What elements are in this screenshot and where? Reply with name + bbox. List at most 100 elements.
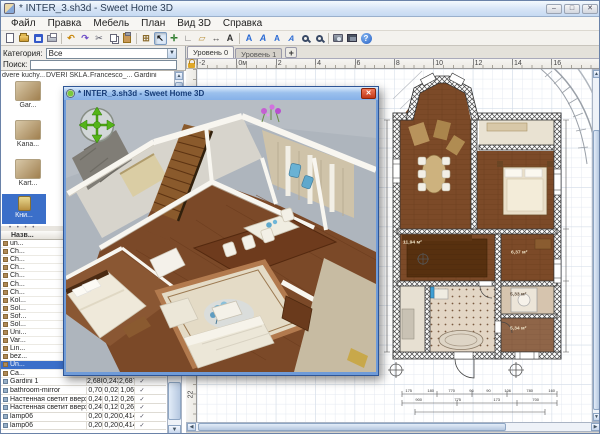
scroll-up-icon[interactable]: ▲ (175, 72, 183, 80)
furniture-height: 1,06 (118, 386, 134, 394)
magnifier-minus-icon (301, 34, 309, 42)
furniture-type-icon (3, 257, 8, 263)
catalog-item[interactable]: Gar... (3, 81, 53, 118)
table-row[interactable]: bathroom-mirror 0,70 0,02 1,06 ✓ (1, 386, 166, 396)
lock-icon[interactable] (188, 59, 195, 68)
visible-checkbox[interactable]: ✓ (134, 395, 149, 403)
plan-vertical-scrollbar[interactable]: ▲ ▼ (592, 69, 599, 422)
table-row[interactable]: Настенная светит вверх 0,24 0,12 0,26 ✓ (1, 404, 166, 413)
tab-level-1[interactable]: Уровень 1 (235, 48, 283, 59)
style-a4-button[interactable]: A (284, 32, 299, 45)
visible-checkbox[interactable]: ✓ (134, 422, 149, 430)
3d-view-content[interactable] (66, 100, 376, 372)
catalog-item-label[interactable]: dvere kuchy... (2, 72, 46, 79)
create-photo-button[interactable] (332, 32, 345, 45)
new-button[interactable] (4, 32, 17, 45)
table-row[interactable]: lamp06 0,20 0,20 0,414 ✓ (1, 422, 166, 431)
catalog-item-label: Kart... (18, 180, 38, 187)
zoom-out-button[interactable] (299, 32, 312, 45)
catalog-item-selected[interactable]: Кни... (2, 194, 46, 224)
help-button[interactable]: ? (360, 32, 373, 45)
furniture-name: un... (10, 240, 24, 248)
table-row[interactable]: Gardini 1 2,688 0,243 2,687 ✓ (1, 378, 166, 387)
menu-item[interactable]: Мебель (87, 17, 135, 30)
style-a3-button[interactable]: A (271, 32, 284, 45)
ruler-tick-label: 10 (433, 59, 472, 68)
visible-checkbox[interactable]: ✓ (134, 386, 149, 394)
table-row[interactable]: lamp06 0,20 0,20 0,414 ✓ (1, 413, 166, 422)
create-video-button[interactable] (346, 32, 359, 45)
paste-button[interactable] (121, 32, 134, 45)
menu-item[interactable]: Вид 3D (171, 17, 217, 30)
copy-button[interactable] (107, 32, 120, 45)
select-mode-button[interactable]: ↖ (153, 31, 167, 45)
furniture-height: 0,414 (118, 413, 134, 421)
dimension-value: 173 (493, 397, 500, 402)
catalog-item-label[interactable]: Francesco_... (90, 72, 134, 79)
visible-checkbox[interactable]: ✓ (134, 413, 149, 421)
toolbar-separator (328, 32, 329, 44)
cut-button[interactable]: ✂ (93, 32, 106, 45)
catalog-item-label[interactable]: Gardini (134, 72, 178, 79)
furniture-height: 0,414 (118, 422, 134, 430)
category-combobox[interactable]: Все ▼ (45, 47, 177, 59)
3d-window-close-button[interactable]: ✕ (361, 88, 376, 99)
zoom-in-button[interactable] (313, 32, 326, 45)
redo-button[interactable]: ↷ (79, 32, 92, 45)
add-furniture-button[interactable]: ⊞ (140, 32, 153, 45)
scroll-down-icon[interactable]: ▼ (168, 425, 181, 433)
style-a2-button[interactable]: A (257, 32, 270, 45)
catalog-item[interactable]: Kana... (3, 120, 53, 157)
table-row[interactable]: Настенная светит вверх 0,24 0,12 0,26 ✓ (1, 395, 166, 405)
add-furniture-icon: ⊞ (142, 32, 150, 43)
style-a1-button[interactable]: A (243, 32, 256, 45)
window-title: * INTER_3.sh3d - Sweet Home 3D (19, 3, 173, 14)
letter-a-italic-icon: A (259, 33, 267, 43)
maximize-button[interactable]: □ (564, 3, 580, 14)
undo-button[interactable]: ↶ (65, 32, 78, 45)
menu-item[interactable]: Справка (217, 17, 268, 30)
scroll-up-icon[interactable]: ▲ (593, 70, 599, 78)
create-rooms-button[interactable]: ▱ (196, 32, 209, 45)
rooms-icon: ▱ (198, 32, 206, 43)
furniture-name: Ch... (10, 264, 25, 272)
furniture-name: bathroom-mirror (10, 386, 61, 394)
create-text-button[interactable]: A (224, 32, 237, 45)
create-dimensions-button[interactable]: ↔ (210, 32, 223, 45)
save-button[interactable] (32, 32, 45, 45)
scroll-right-icon[interactable]: ▶ (591, 423, 599, 431)
visible-checkbox[interactable]: ✓ (134, 404, 149, 412)
tab-level-0[interactable]: Уровень 0 (187, 46, 235, 58)
print-button[interactable] (46, 32, 59, 45)
scrollbar-thumb[interactable] (168, 382, 181, 420)
catalog-item[interactable]: Kart... (3, 159, 53, 196)
magnifier-plus-icon (315, 34, 323, 42)
search-input[interactable] (30, 59, 177, 70)
furniture-type-icon (3, 281, 8, 287)
room-area-label: 6,37 м² (511, 249, 528, 255)
add-level-button[interactable]: + (285, 47, 298, 58)
menu-item[interactable]: Файл (5, 17, 42, 30)
menu-item[interactable]: Правка (42, 17, 88, 30)
3d-view-window[interactable]: * INTER_3.sh3d - Sweet Home 3D ✕ (63, 86, 379, 376)
close-button[interactable]: ✕ (582, 3, 598, 14)
open-button[interactable] (18, 32, 31, 45)
ruler-tick-label: 22 (187, 390, 195, 399)
menu-item[interactable]: План (135, 17, 171, 30)
catalog-item-label[interactable]: DVERI SKLA... (46, 72, 90, 79)
furniture-thumbnail-icon (15, 120, 41, 140)
pan-mode-button[interactable]: ✛ (168, 32, 181, 45)
chevron-down-icon[interactable]: ▼ (167, 48, 176, 58)
scroll-left-icon[interactable]: ◀ (187, 423, 196, 431)
minimize-button[interactable]: – (546, 3, 562, 14)
search-label: Поиск: (3, 60, 28, 69)
visible-checkbox[interactable]: ✓ (134, 378, 149, 386)
scrollbar-thumb[interactable] (593, 130, 599, 410)
furniture-thumbnail-icon (15, 159, 41, 179)
plan-horizontal-scrollbar[interactable]: ◀ ▶ (186, 422, 599, 432)
scrollbar-thumb[interactable] (198, 423, 506, 431)
ruler-corner (186, 59, 197, 69)
scroll-down-icon[interactable]: ▼ (593, 413, 599, 421)
3d-window-titlebar[interactable]: * INTER_3.sh3d - Sweet Home 3D ✕ (64, 87, 378, 100)
create-walls-button[interactable]: ∟ (182, 32, 195, 45)
